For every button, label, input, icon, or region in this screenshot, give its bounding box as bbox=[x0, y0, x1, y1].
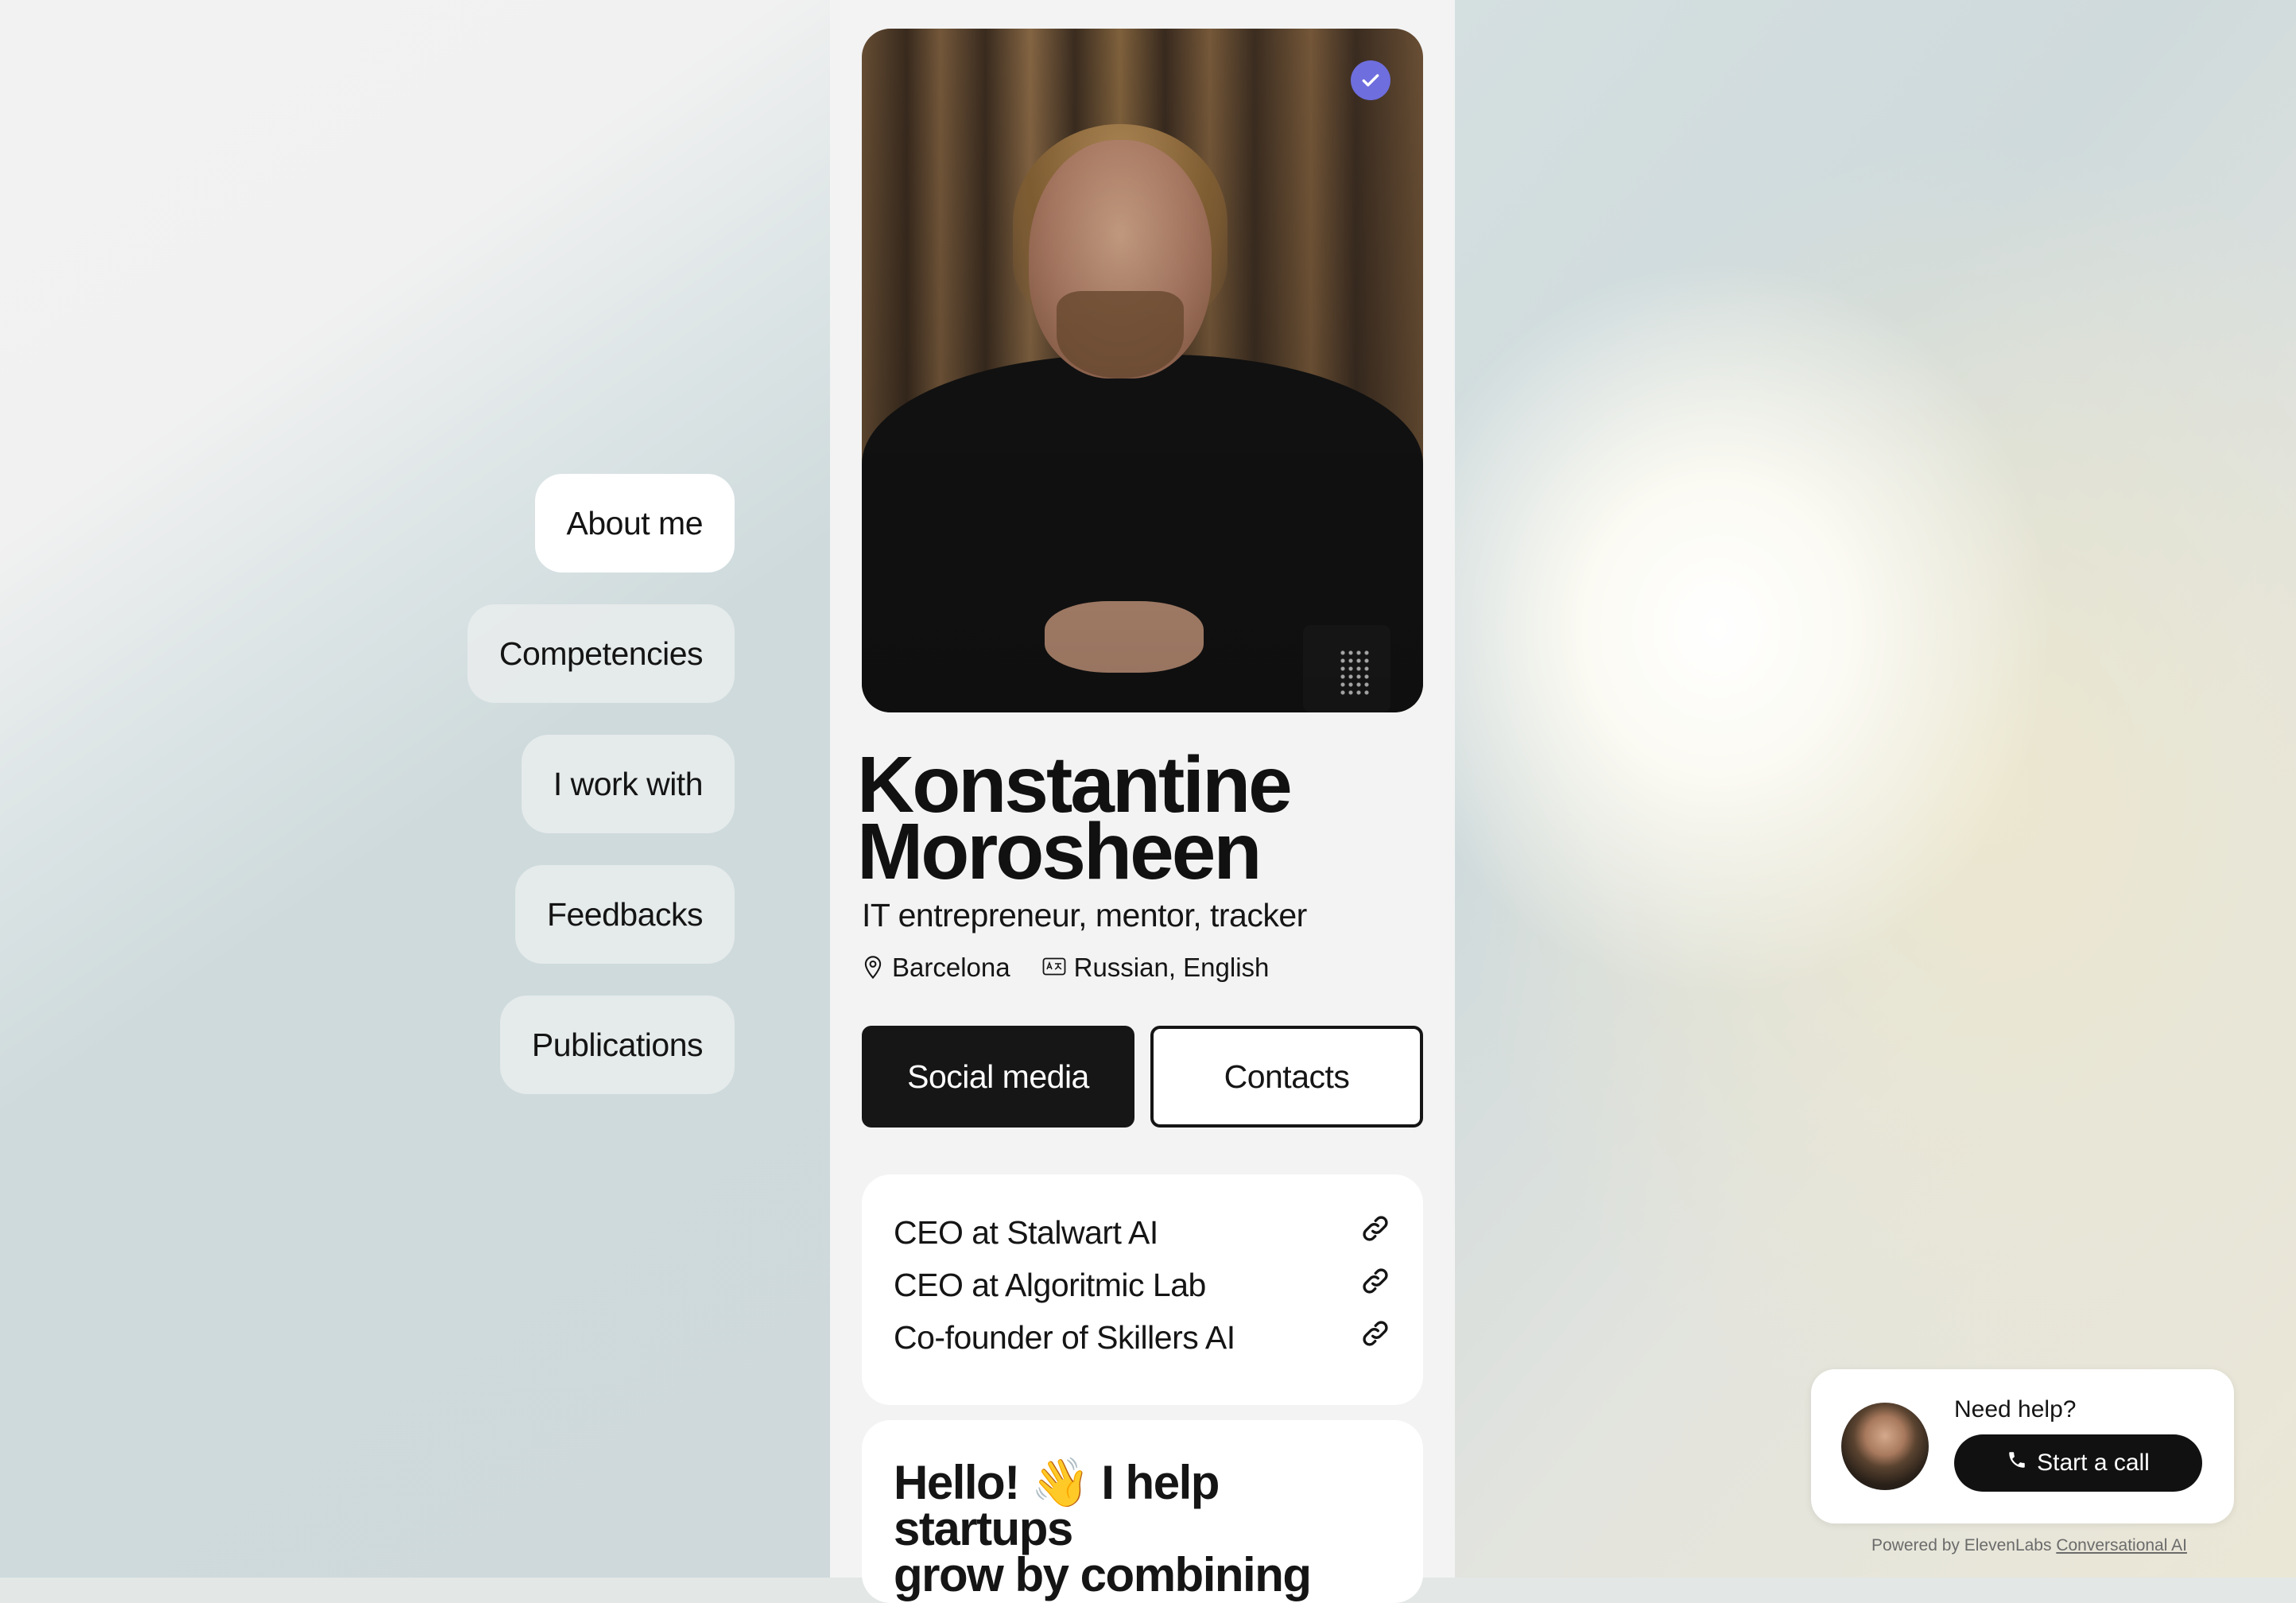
profile-tabs: Social media Contacts bbox=[862, 1026, 1423, 1128]
powered-by-footer: Powered by ElevenLabs Conversational AI bbox=[1871, 1536, 2187, 1555]
nav-item-publications[interactable]: Publications bbox=[499, 996, 735, 1094]
role-label: Co-founder of Skillers AI bbox=[894, 1318, 1235, 1356]
profile-column: Konstantine Morosheen IT entrepreneur, m… bbox=[830, 0, 1455, 1603]
nav-item-about-me[interactable]: About me bbox=[534, 474, 735, 572]
start-call-label: Start a call bbox=[2037, 1450, 2150, 1476]
tab-social-media[interactable]: Social media bbox=[862, 1026, 1134, 1128]
link-icon[interactable] bbox=[1359, 1213, 1391, 1252]
translate-icon bbox=[1042, 957, 1066, 978]
photo-shade bbox=[862, 29, 1423, 712]
intro-line-1: Hello! 👋 I help startups bbox=[894, 1456, 1220, 1555]
nav-item-competencies[interactable]: Competencies bbox=[467, 604, 735, 703]
powered-by-text: Powered by ElevenLabs bbox=[1871, 1536, 2052, 1554]
profile-meta: Barcelona Russian, English bbox=[862, 953, 1269, 983]
widget-help-text: Need help? bbox=[1954, 1396, 2077, 1423]
role-label: CEO at Algoritmic Lab bbox=[894, 1266, 1206, 1303]
role-row[interactable]: CEO at Algoritmic Lab bbox=[894, 1259, 1391, 1311]
link-icon[interactable] bbox=[1359, 1318, 1391, 1357]
tab-contacts[interactable]: Contacts bbox=[1150, 1026, 1423, 1128]
role-row[interactable]: Co-founder of Skillers AI bbox=[894, 1311, 1391, 1364]
profile-name: Konstantine Morosheen bbox=[857, 745, 1429, 891]
profile-photo bbox=[862, 29, 1423, 712]
nav-item-i-work-with[interactable]: I work with bbox=[521, 735, 735, 833]
phone-icon bbox=[2007, 1450, 2027, 1477]
widget-avatar bbox=[1841, 1403, 1929, 1490]
location-pin-icon bbox=[862, 955, 884, 980]
intro-card: Hello! 👋 I help startups grow by combini… bbox=[862, 1420, 1423, 1603]
nav-item-feedbacks[interactable]: Feedbacks bbox=[514, 865, 735, 964]
help-widget: Need help? Start a call bbox=[1811, 1369, 2234, 1523]
profile-name-last: Morosheen bbox=[857, 807, 1262, 896]
role-row[interactable]: CEO at Stalwart AI bbox=[894, 1206, 1391, 1259]
start-call-button[interactable]: Start a call bbox=[1954, 1434, 2202, 1492]
roles-card: CEO at Stalwart AI CEO at Algoritmic Lab… bbox=[862, 1174, 1423, 1405]
verified-badge-icon bbox=[1351, 60, 1390, 100]
profile-tagline: IT entrepreneur, mentor, tracker bbox=[862, 897, 1307, 933]
intro-line-2: grow by combining bbox=[894, 1548, 1312, 1601]
section-nav: About me Competencies I work with Feedba… bbox=[467, 474, 735, 1094]
link-icon[interactable] bbox=[1359, 1265, 1391, 1305]
languages-group: Russian, English bbox=[1042, 953, 1270, 983]
location-text: Barcelona bbox=[892, 953, 1010, 982]
conversational-ai-link[interactable]: Conversational AI bbox=[2056, 1536, 2187, 1554]
role-label: CEO at Stalwart AI bbox=[894, 1213, 1158, 1251]
languages-text: Russian, English bbox=[1073, 953, 1270, 982]
